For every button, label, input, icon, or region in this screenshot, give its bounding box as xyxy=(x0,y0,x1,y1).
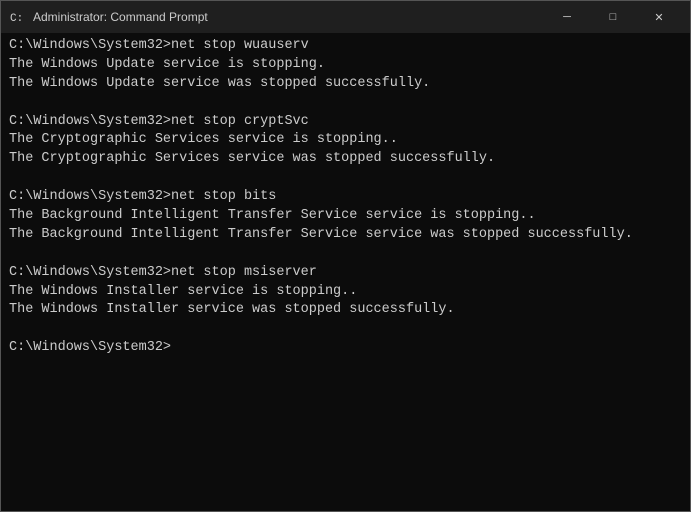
terminal-empty-line xyxy=(9,169,682,188)
cmd-icon: C: xyxy=(9,9,25,25)
close-button[interactable]: ✕ xyxy=(636,1,682,33)
terminal-line: The Windows Update service was stopped s… xyxy=(9,75,682,94)
terminal-body[interactable]: C:\Windows\System32>net stop wuauservThe… xyxy=(1,33,690,511)
command-prompt-window: C: Administrator: Command Prompt ─ □ ✕ C… xyxy=(0,0,691,512)
terminal-line: The Windows Update service is stopping. xyxy=(9,56,682,75)
terminal-line: The Background Intelligent Transfer Serv… xyxy=(9,226,682,245)
terminal-line: C:\Windows\System32> xyxy=(9,339,682,358)
svg-text:C:: C: xyxy=(10,13,23,25)
terminal-empty-line xyxy=(9,245,682,264)
terminal-line: The Cryptographic Services service is st… xyxy=(9,131,682,150)
terminal-empty-line xyxy=(9,320,682,339)
terminal-line: The Windows Installer service was stoppe… xyxy=(9,301,682,320)
terminal-line: C:\Windows\System32>net stop msiserver xyxy=(9,264,682,283)
terminal-line: The Background Intelligent Transfer Serv… xyxy=(9,207,682,226)
terminal-line: C:\Windows\System32>net stop wuauserv xyxy=(9,37,682,56)
maximize-button[interactable]: □ xyxy=(590,1,636,33)
titlebar-buttons: ─ □ ✕ xyxy=(544,1,682,33)
terminal-line: C:\Windows\System32>net stop bits xyxy=(9,188,682,207)
terminal-line: The Windows Installer service is stoppin… xyxy=(9,283,682,302)
minimize-button[interactable]: ─ xyxy=(544,1,590,33)
terminal-line: C:\Windows\System32>net stop cryptSvc xyxy=(9,113,682,132)
titlebar: C: Administrator: Command Prompt ─ □ ✕ xyxy=(1,1,690,33)
terminal-empty-line xyxy=(9,94,682,113)
terminal-line: The Cryptographic Services service was s… xyxy=(9,150,682,169)
window-title: Administrator: Command Prompt xyxy=(33,10,544,24)
